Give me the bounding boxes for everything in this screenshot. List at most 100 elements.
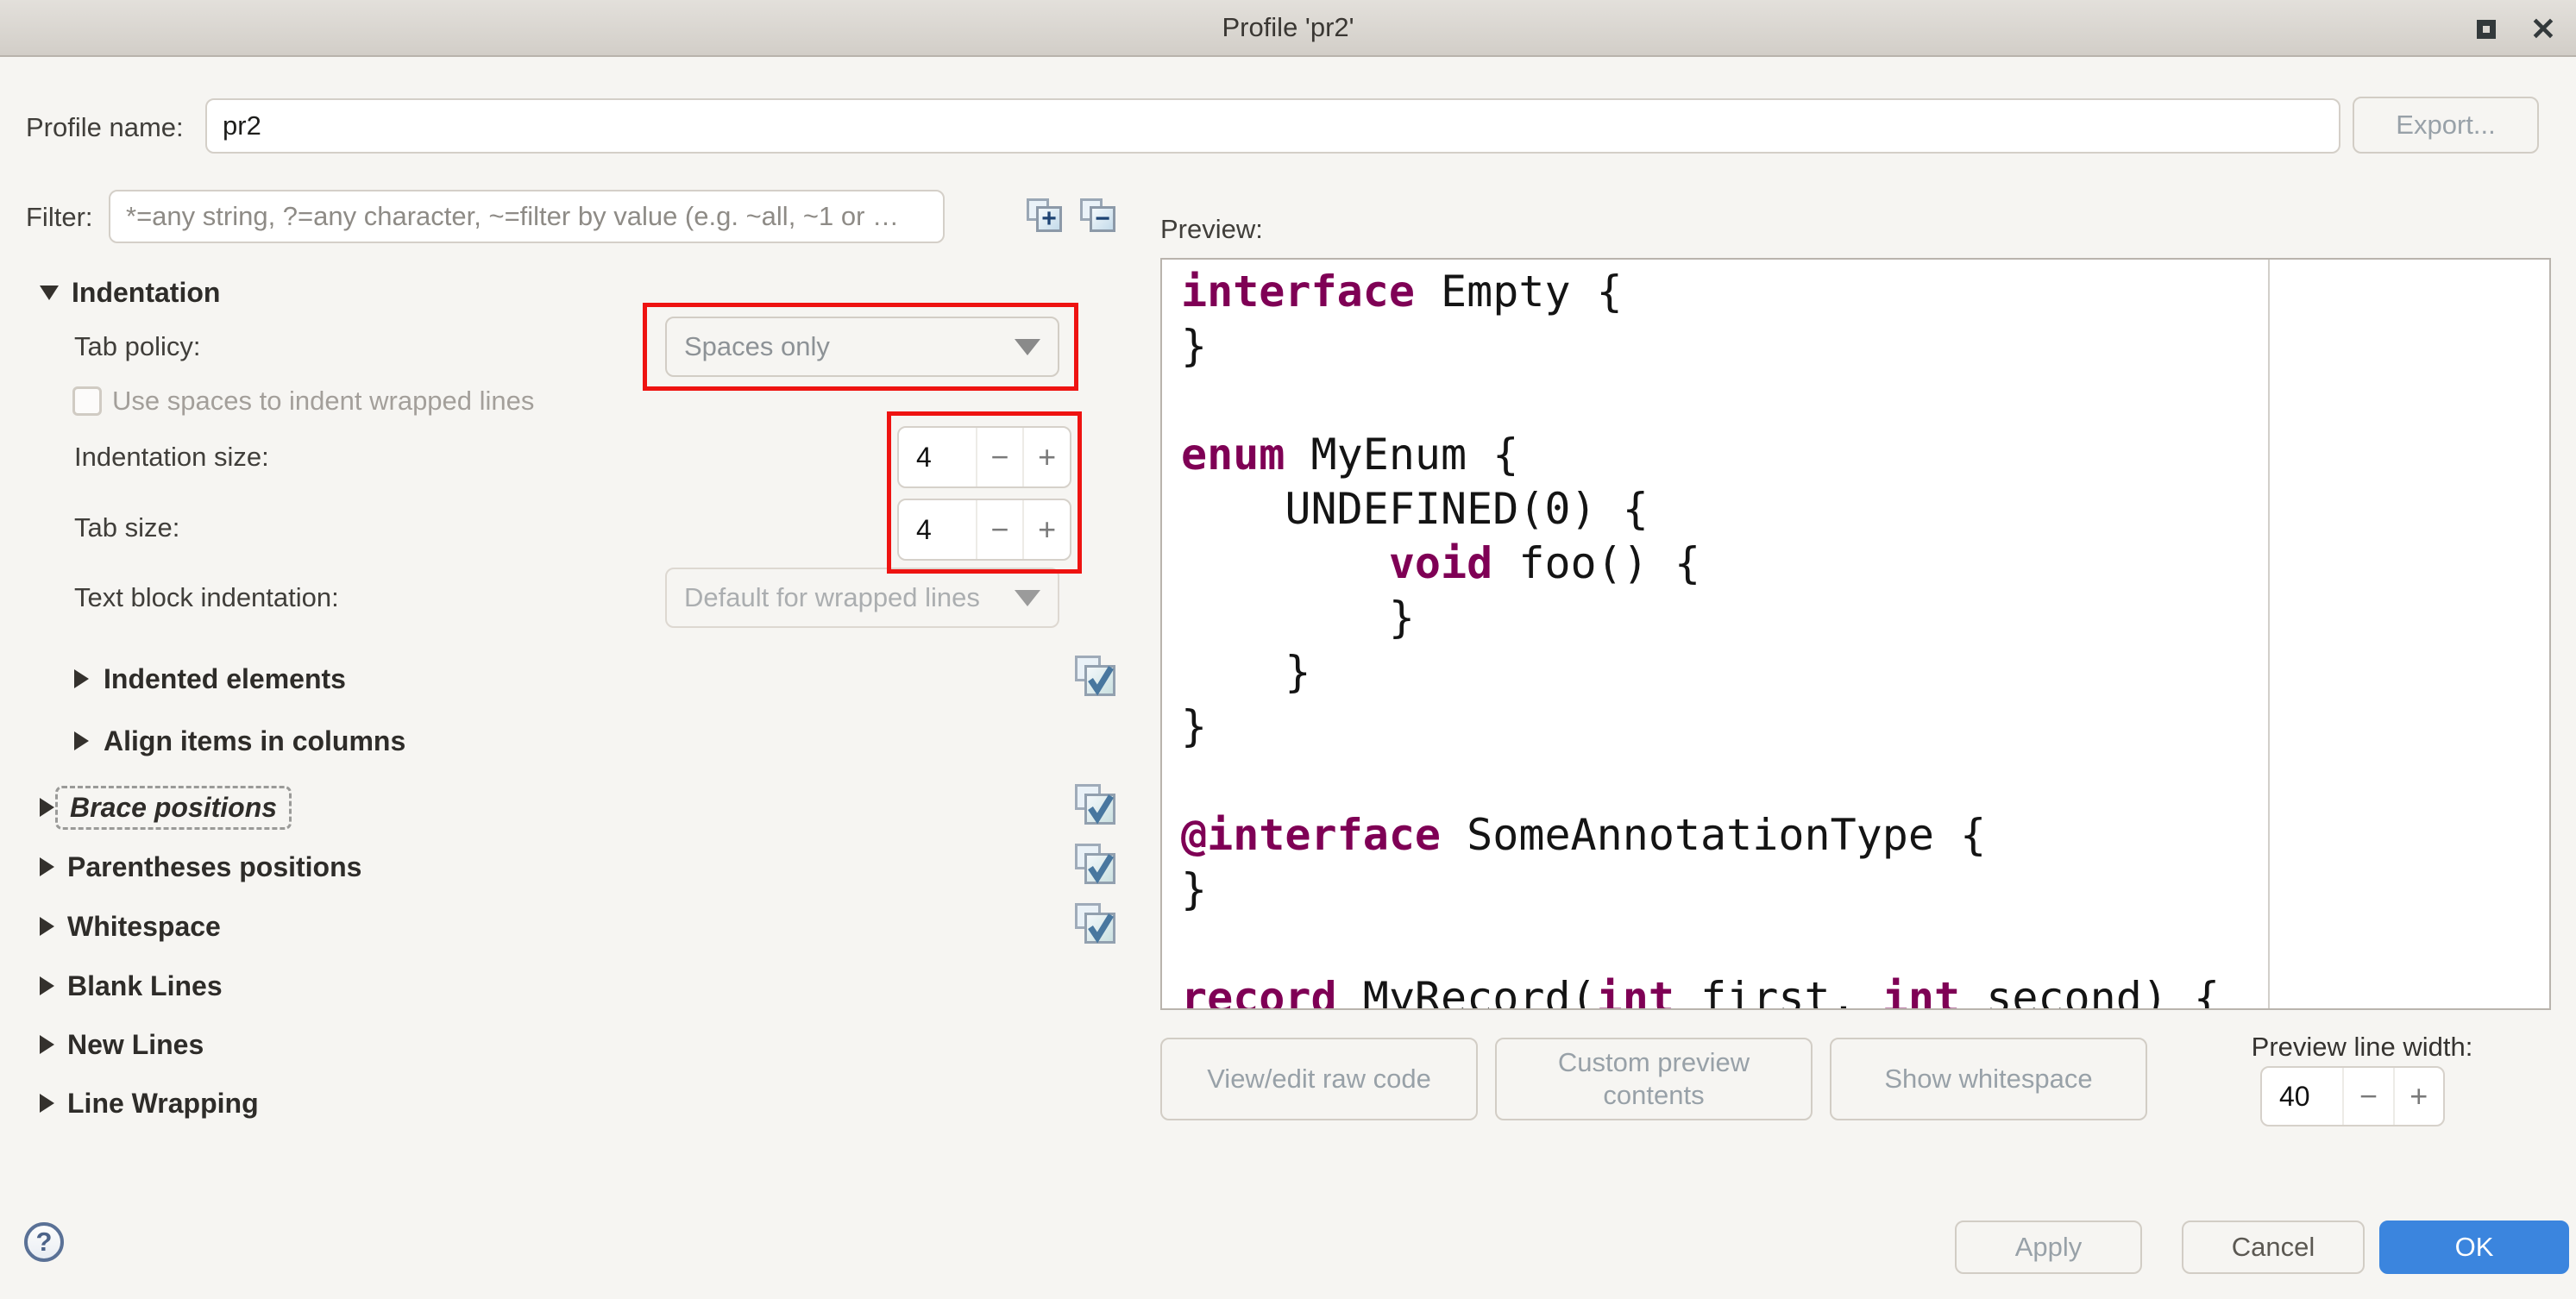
chevron-right-icon[interactable] bbox=[40, 1094, 54, 1113]
tree-item-line-wrapping[interactable]: Line Wrapping bbox=[40, 1072, 259, 1134]
profile-name-label: Profile name: bbox=[26, 112, 184, 143]
code-text: MyEnum { bbox=[1285, 430, 1518, 480]
maximize-button[interactable] bbox=[2469, 12, 2504, 47]
preview-code: interface Empty {} enum MyEnum { UNDEFIN… bbox=[1181, 265, 2220, 1010]
code-line: @interface SomeAnnotationType { bbox=[1181, 808, 2220, 863]
chevron-right-icon[interactable] bbox=[40, 798, 54, 817]
code-text: Empty { bbox=[1415, 267, 1623, 317]
title-bar: Profile 'pr2' ✕ bbox=[0, 0, 2576, 57]
checkbox-use-spaces-to-indent-wrapped-lines[interactable] bbox=[72, 386, 102, 416]
code-line: enum MyEnum { bbox=[1181, 428, 2220, 482]
chevron-down-icon[interactable] bbox=[40, 286, 59, 300]
code-line: UNDEFINED(0) { bbox=[1181, 482, 2220, 537]
tree-item-use-spaces-to-indent-wrapped-lines[interactable]: Use spaces to indent wrapped lines bbox=[72, 370, 534, 432]
code-keyword: record bbox=[1181, 973, 1337, 1010]
dropdown-value: Spaces only bbox=[684, 331, 1004, 362]
code-keyword: enum bbox=[1181, 430, 1285, 480]
code-keyword: int bbox=[1882, 973, 1960, 1010]
preview-line-width-increment-button[interactable]: + bbox=[2393, 1068, 2443, 1125]
spinner-indentation-size[interactable]: 4−+ bbox=[897, 426, 1071, 488]
tree-item-label: Whitespace bbox=[67, 911, 221, 943]
code-text: second) { bbox=[1960, 973, 2220, 1010]
decrement-button[interactable]: − bbox=[976, 428, 1023, 486]
code-text: SomeAnnotationType { bbox=[1441, 810, 1986, 860]
modify-all-checked-icon[interactable] bbox=[1075, 656, 1118, 699]
chevron-right-icon[interactable] bbox=[74, 669, 89, 688]
collapse-all-icon[interactable]: − bbox=[1080, 198, 1118, 236]
chevron-right-icon[interactable] bbox=[40, 857, 54, 876]
tree-item-label: Line Wrapping bbox=[67, 1088, 259, 1120]
chevron-right-icon[interactable] bbox=[40, 917, 54, 936]
code-line bbox=[1181, 917, 2220, 971]
close-button[interactable]: ✕ bbox=[2526, 12, 2560, 47]
code-text: } bbox=[1181, 864, 1207, 914]
preview-line-width-value[interactable]: 40 bbox=[2262, 1068, 2342, 1125]
preview-line-width-spinner[interactable]: 40 − + bbox=[2260, 1066, 2445, 1126]
chevron-right-icon[interactable] bbox=[74, 731, 89, 750]
checkbox-label: Use spaces to indent wrapped lines bbox=[112, 386, 534, 417]
chevron-right-icon[interactable] bbox=[40, 976, 54, 995]
tree-item-new-lines[interactable]: New Lines bbox=[40, 1013, 204, 1076]
increment-button[interactable]: + bbox=[1022, 500, 1070, 559]
code-keyword: @interface bbox=[1181, 810, 1441, 860]
cancel-button[interactable]: Cancel bbox=[2182, 1221, 2365, 1274]
modify-all-checked-icon[interactable] bbox=[1075, 844, 1118, 887]
code-text bbox=[1181, 538, 1389, 588]
tree-item-label: Blank Lines bbox=[67, 970, 223, 1002]
field-label: Indentation size: bbox=[74, 442, 269, 473]
check-icon bbox=[1084, 659, 1118, 697]
tree-item-parentheses-positions[interactable]: Parentheses positions bbox=[40, 836, 361, 898]
maximize-icon bbox=[2477, 20, 2496, 39]
tree-item-align-items-in-columns[interactable]: Align items in columns bbox=[74, 710, 405, 772]
chevron-right-icon[interactable] bbox=[40, 1035, 54, 1054]
code-text: UNDEFINED(0) { bbox=[1181, 484, 1649, 534]
tree-item-blank-lines[interactable]: Blank Lines bbox=[40, 955, 223, 1017]
dropdown-tab-policy[interactable]: Spaces only bbox=[665, 317, 1059, 377]
show-whitespace-button[interactable]: Show whitespace bbox=[1830, 1038, 2147, 1120]
preview-pane: interface Empty {} enum MyEnum { UNDEFIN… bbox=[1160, 258, 2551, 1010]
view-edit-raw-code-button[interactable]: View/edit raw code bbox=[1160, 1038, 1478, 1120]
tree-item-tab-policy[interactable]: Tab policy: bbox=[74, 316, 200, 378]
increment-button[interactable]: + bbox=[1022, 428, 1070, 486]
filter-label: Filter: bbox=[26, 202, 93, 233]
export-button[interactable]: Export... bbox=[2353, 97, 2539, 154]
field-label: Text block indentation: bbox=[74, 582, 339, 613]
dropdown-value: Default for wrapped lines bbox=[684, 582, 1004, 613]
tree-item-indentation-size[interactable]: Indentation size: bbox=[74, 426, 269, 488]
spinner-tab-size[interactable]: 4−+ bbox=[897, 499, 1071, 561]
ok-button[interactable]: OK bbox=[2379, 1221, 2569, 1274]
close-icon: ✕ bbox=[2530, 12, 2556, 47]
code-text: } bbox=[1181, 701, 1207, 751]
code-text: first, bbox=[1674, 973, 1882, 1010]
expand-all-icon[interactable]: + bbox=[1027, 198, 1065, 236]
modify-all-checked-icon[interactable] bbox=[1075, 784, 1118, 827]
code-text: foo() { bbox=[1492, 538, 1700, 588]
custom-preview-contents-button[interactable]: Custom preview contents bbox=[1495, 1038, 1813, 1120]
check-icon bbox=[1084, 788, 1118, 825]
apply-button[interactable]: Apply bbox=[1955, 1221, 2142, 1274]
tree-item-brace-positions[interactable]: Brace positions bbox=[40, 776, 292, 838]
tree-item-label: Parentheses positions bbox=[67, 851, 361, 883]
chevron-down-icon bbox=[1015, 339, 1040, 355]
profile-name-input[interactable] bbox=[205, 98, 2340, 154]
help-button[interactable]: ? bbox=[24, 1222, 64, 1262]
tree-item-indentation[interactable]: Indentation bbox=[40, 261, 220, 323]
tree-item-tab-size[interactable]: Tab size: bbox=[74, 497, 179, 559]
dropdown-text-block-indentation[interactable]: Default for wrapped lines bbox=[665, 568, 1059, 628]
formatter-profile-dialog: Profile 'pr2' ✕ Profile name: Export... … bbox=[0, 0, 2576, 1299]
code-text: } bbox=[1181, 593, 1415, 643]
tree-item-text-block-indentation[interactable]: Text block indentation: bbox=[74, 567, 339, 629]
field-label: Tab policy: bbox=[74, 331, 200, 362]
filter-input[interactable] bbox=[109, 190, 945, 243]
help-icon: ? bbox=[36, 1227, 53, 1258]
tree-item-indented-elements[interactable]: Indented elements bbox=[74, 648, 346, 710]
modify-all-checked-icon[interactable] bbox=[1075, 903, 1118, 946]
tree-item-whitespace[interactable]: Whitespace bbox=[40, 895, 221, 957]
spinner-value[interactable]: 4 bbox=[899, 428, 976, 486]
tree-item-label: Align items in columns bbox=[104, 725, 405, 757]
preview-line-width-decrement-button[interactable]: − bbox=[2342, 1068, 2392, 1125]
spinner-value[interactable]: 4 bbox=[899, 500, 976, 559]
code-line: } bbox=[1181, 591, 2220, 645]
code-keyword: interface bbox=[1181, 267, 1415, 317]
decrement-button[interactable]: − bbox=[976, 500, 1023, 559]
